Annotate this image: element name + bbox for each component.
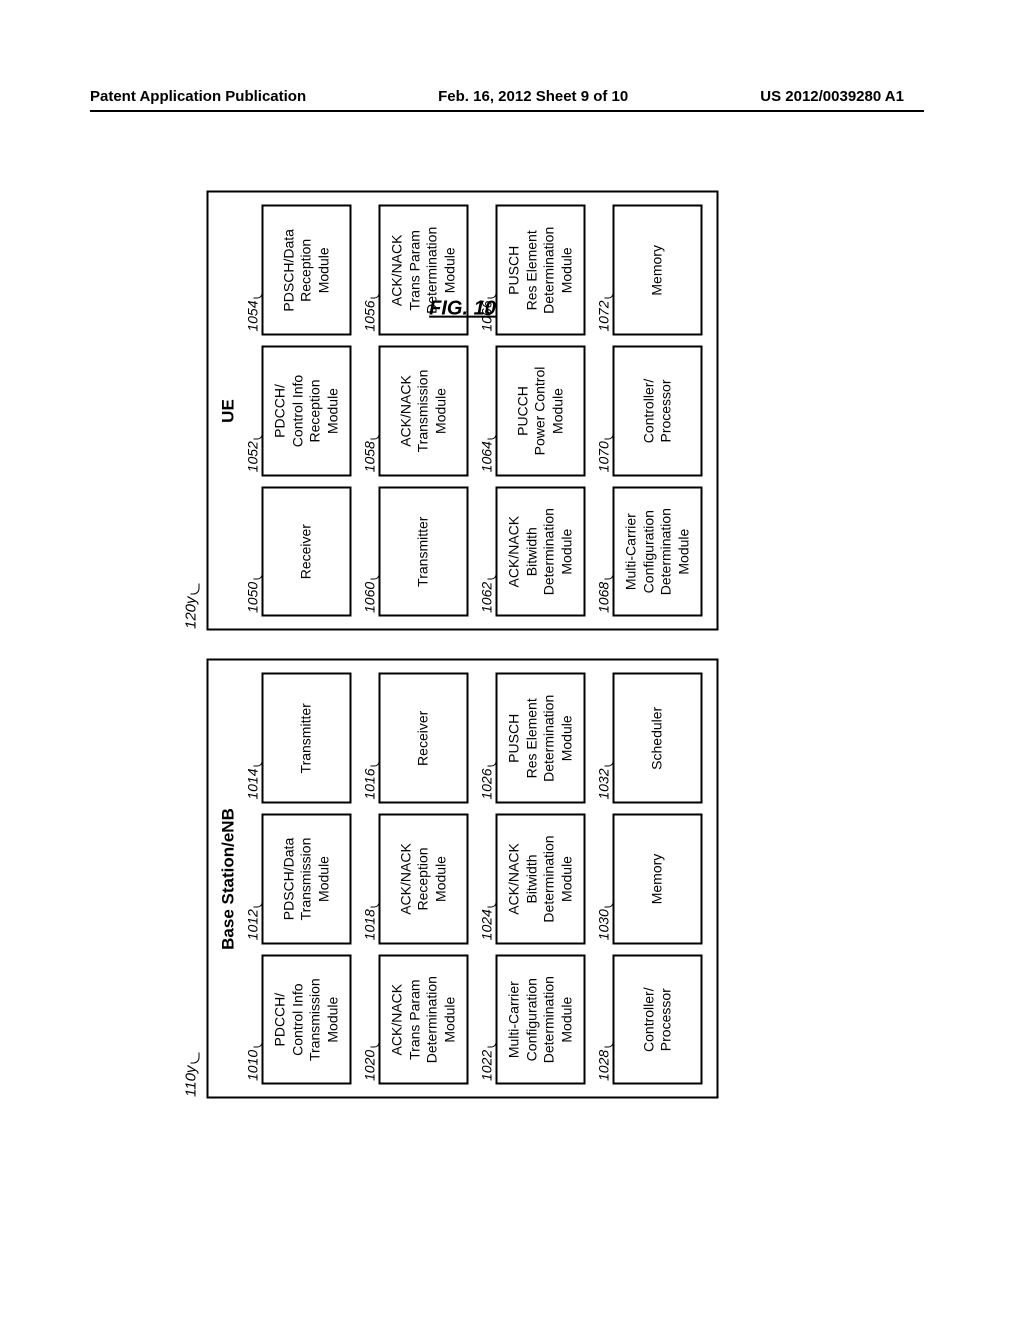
block-memory: Memory xyxy=(613,814,703,945)
ref-label: 1056 xyxy=(362,205,378,336)
bs-row-0: 1010PDCCH/Control InfoTransmissionModule… xyxy=(245,673,352,1085)
header-rule xyxy=(90,110,924,112)
ref-label: 1072 xyxy=(596,205,612,336)
ref-label: 1064 xyxy=(479,346,495,477)
bs-row-3: 1028Controller/Processor 1030Memory 1032… xyxy=(596,673,703,1085)
header-right: US 2012/0039280 A1 xyxy=(760,88,904,105)
ue-row-1: 1060Transmitter 1058ACK/NACKTransmission… xyxy=(362,205,469,617)
block-pusch-res: PUSCHRes ElementDeterminationModule xyxy=(496,673,586,804)
panels-container: 110y Base Station/eNB 1010PDCCH/Control … xyxy=(207,170,719,1120)
block-pdsch-tx: PDSCH/DataTransmissionModule xyxy=(262,814,352,945)
ref-label: 1066 xyxy=(479,205,495,336)
figure-area: FIG. 10 110y Base Station/eNB 1010PDCCH/… xyxy=(0,338,938,953)
ref-label: 1024 xyxy=(479,814,495,945)
block-scheduler: Scheduler xyxy=(613,673,703,804)
ue-panel-id: 120y xyxy=(183,583,200,629)
ue-panel: 120y UE 1050Receiver 1052PDCCH/Control I… xyxy=(207,191,719,631)
block-ue-acknack-param: ACK/NACKTrans ParamDeterminationModule xyxy=(379,205,469,336)
block-ue-pdcch-rx: PDCCH/Control InfoReceptionModule xyxy=(262,346,352,477)
ref-label: 1068 xyxy=(596,486,612,617)
block-ue-multicarrier-cfg: Multi-CarrierConfigurationDeterminationM… xyxy=(613,486,703,617)
block-ue-pucch-power: PUCCHPower ControlModule xyxy=(496,346,586,477)
bs-row-1: 1020ACK/NACKTrans ParamDeterminationModu… xyxy=(362,673,469,1085)
block-ue-pusch-res: PUSCHRes ElementDeterminationModule xyxy=(496,205,586,336)
ue-row-2: 1062ACK/NACKBitwidthDeterminationModule … xyxy=(479,205,586,617)
page-header: Patent Application Publication Feb. 16, … xyxy=(0,88,1024,105)
bs-row-2: 1022Multi-CarrierConfigurationDeterminat… xyxy=(479,673,586,1085)
base-station-panel: 110y Base Station/eNB 1010PDCCH/Control … xyxy=(207,659,719,1099)
ref-label: 1060 xyxy=(362,486,378,617)
ref-label: 1058 xyxy=(362,346,378,477)
base-station-title: Base Station/eNB xyxy=(219,673,239,1085)
ue-title: UE xyxy=(219,205,239,617)
ref-label: 1070 xyxy=(596,346,612,477)
ref-label: 1010 xyxy=(245,954,261,1085)
ref-label: 1026 xyxy=(479,673,495,804)
ref-label: 1022 xyxy=(479,954,495,1085)
block-transmitter: Transmitter xyxy=(262,673,352,804)
block-acknack-bitwidth: ACK/NACKBitwidthDeterminationModule xyxy=(496,814,586,945)
ref-label: 1052 xyxy=(245,346,261,477)
block-receiver: Receiver xyxy=(379,673,469,804)
block-ue-acknack-bitwidth: ACK/NACKBitwidthDeterminationModule xyxy=(496,486,586,617)
block-ue-acknack-tx: ACK/NACKTransmissionModule xyxy=(379,346,469,477)
block-ue-pdsch-rx: PDSCH/DataReceptionModule xyxy=(262,205,352,336)
block-acknack-rx: ACK/NACKReceptionModule xyxy=(379,814,469,945)
ref-label: 1020 xyxy=(362,954,378,1085)
ue-row-3: 1068Multi-CarrierConfigurationDeterminat… xyxy=(596,205,703,617)
block-acknack-param: ACK/NACKTrans ParamDeterminationModule xyxy=(379,954,469,1085)
ref-label: 1062 xyxy=(479,486,495,617)
ref-label: 1032 xyxy=(596,673,612,804)
ref-label: 1030 xyxy=(596,814,612,945)
block-controller: Controller/Processor xyxy=(613,954,703,1085)
ref-label: 1018 xyxy=(362,814,378,945)
block-ue-transmitter: Transmitter xyxy=(379,486,469,617)
ref-label: 1050 xyxy=(245,486,261,617)
ref-label: 1016 xyxy=(362,673,378,804)
ue-row-0: 1050Receiver 1052PDCCH/Control InfoRecep… xyxy=(245,205,352,617)
header-left: Patent Application Publication xyxy=(90,88,306,105)
block-ue-memory: Memory xyxy=(613,205,703,336)
block-ue-receiver: Receiver xyxy=(262,486,352,617)
ref-label: 1054 xyxy=(245,205,261,336)
block-multicarrier-cfg: Multi-CarrierConfigurationDeterminationM… xyxy=(496,954,586,1085)
base-station-panel-id: 110y xyxy=(183,1053,200,1097)
header-center: Feb. 16, 2012 Sheet 9 of 10 xyxy=(438,88,628,105)
ref-label: 1028 xyxy=(596,954,612,1085)
block-ue-controller: Controller/Processor xyxy=(613,346,703,477)
ref-label: 1014 xyxy=(245,673,261,804)
block-pdcch-tx: PDCCH/Control InfoTransmissionModule xyxy=(262,954,352,1085)
ref-label: 1012 xyxy=(245,814,261,945)
